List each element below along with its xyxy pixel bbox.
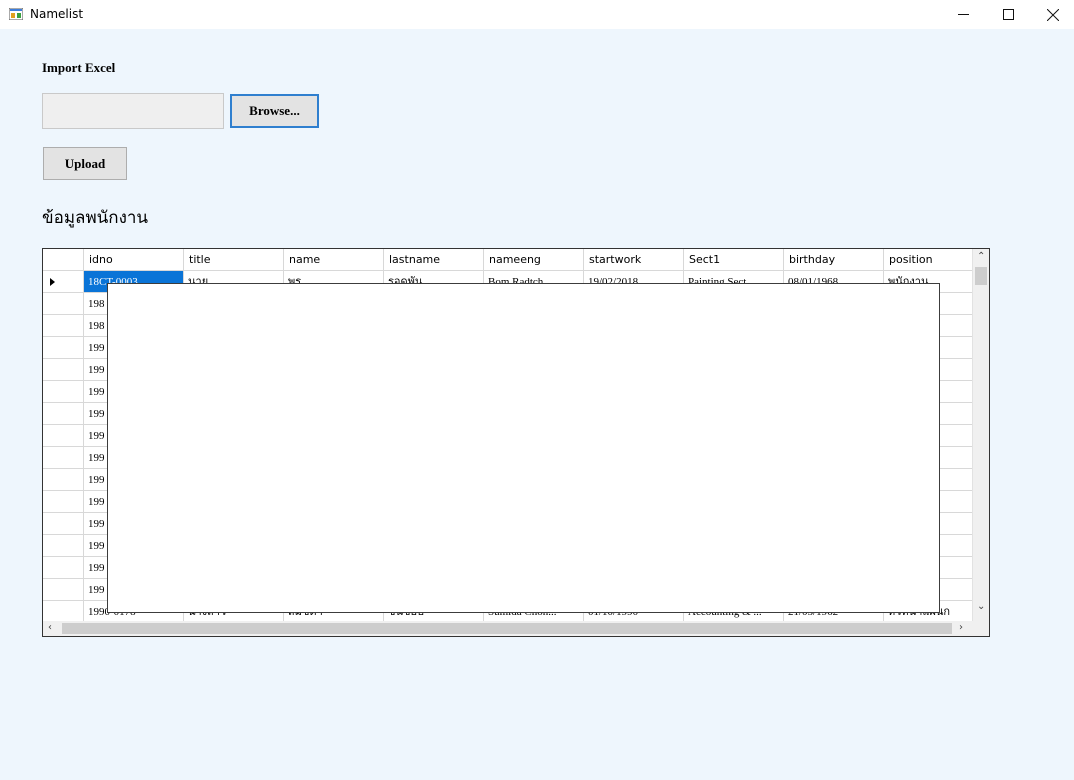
- scroll-left-icon[interactable]: ‹: [48, 622, 52, 633]
- grid-viewport: idno title name lastname nameeng startwork Sec…: [43, 249, 972, 621]
- row-header[interactable]: [43, 447, 84, 469]
- scroll-up-icon[interactable]: ⌃: [977, 251, 985, 262]
- window-title: Namelist: [30, 7, 84, 21]
- scrollbar-corner: [972, 621, 989, 636]
- column-header-idno[interactable]: idno: [84, 249, 184, 271]
- horizontal-scrollbar[interactable]: ‹ ›: [43, 621, 972, 636]
- row-header[interactable]: [43, 315, 84, 337]
- horizontal-scroll-thumb[interactable]: [62, 623, 952, 634]
- vertical-scrollbar[interactable]: ⌃ ⌄: [972, 249, 989, 621]
- column-header-lastname[interactable]: lastname: [384, 249, 484, 271]
- app-icon: [9, 8, 23, 20]
- row-header[interactable]: [43, 535, 84, 557]
- row-header[interactable]: [43, 469, 84, 491]
- column-header-sect1[interactable]: Sect1: [684, 249, 784, 271]
- column-header-title[interactable]: title: [184, 249, 284, 271]
- scroll-right-icon[interactable]: ›: [959, 622, 963, 633]
- row-header[interactable]: [43, 359, 84, 381]
- maximize-button[interactable]: [985, 0, 1031, 29]
- file-path-field[interactable]: [42, 93, 224, 129]
- import-excel-label: Import Excel: [42, 60, 116, 75]
- employee-data-grid[interactable]: idno title name lastname nameeng startwork Sec…: [42, 248, 990, 637]
- row-header[interactable]: [43, 271, 84, 293]
- minimize-button[interactable]: [940, 0, 986, 29]
- column-header-position[interactable]: position: [884, 249, 972, 271]
- column-header-name[interactable]: name: [284, 249, 384, 271]
- current-row-arrow-icon: [50, 278, 55, 286]
- row-header[interactable]: [43, 513, 84, 535]
- row-header[interactable]: [43, 425, 84, 447]
- close-button[interactable]: [1030, 0, 1074, 29]
- column-header-startwork[interactable]: startwork: [584, 249, 684, 271]
- maximize-icon: [1002, 9, 1014, 20]
- close-icon: [1047, 8, 1059, 21]
- row-header[interactable]: [43, 381, 84, 403]
- column-header-birthday[interactable]: birthday: [784, 249, 884, 271]
- row-header[interactable]: [43, 491, 84, 513]
- column-header-nameeng[interactable]: nameeng: [484, 249, 584, 271]
- row-header[interactable]: [43, 579, 84, 601]
- minimize-icon: [957, 14, 969, 15]
- row-header[interactable]: [43, 337, 84, 359]
- row-header[interactable]: [43, 293, 84, 315]
- grid-header-row: idno title name lastname nameeng startwork Sec…: [43, 249, 972, 271]
- browse-button[interactable]: Browse...: [230, 94, 319, 128]
- blank-overlay-panel: [107, 283, 940, 613]
- grid-corner-header[interactable]: [43, 249, 84, 271]
- upload-button[interactable]: Upload: [43, 147, 127, 180]
- row-header[interactable]: [43, 601, 84, 621]
- scroll-down-icon[interactable]: ⌄: [977, 601, 985, 612]
- employee-data-heading: ข้อมูลพนักงาน: [42, 208, 149, 228]
- row-header[interactable]: [43, 403, 84, 425]
- row-header[interactable]: [43, 557, 84, 579]
- vertical-scroll-thumb[interactable]: [975, 267, 987, 285]
- title-bar: Namelist: [0, 0, 1074, 29]
